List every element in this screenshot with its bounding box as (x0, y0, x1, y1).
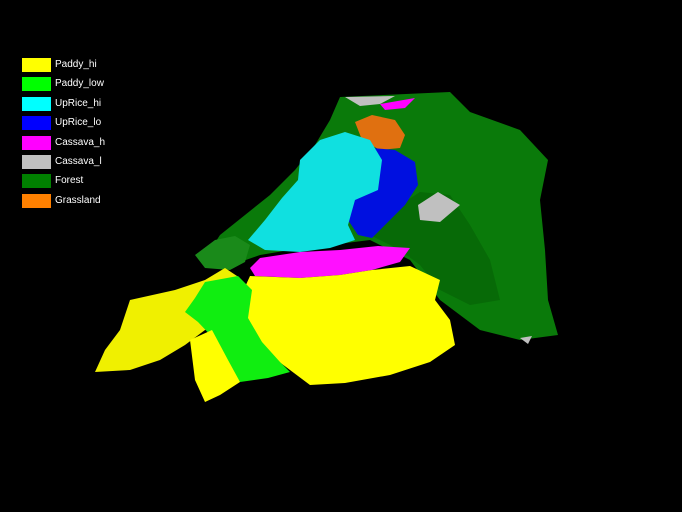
legend-label: UpRice_hi (55, 97, 102, 109)
legend-label: Paddy_low (55, 78, 104, 90)
legend-item-paddy-hi: Paddy_hi (22, 58, 112, 77)
swatch-cassava-h (22, 135, 51, 150)
legend-item-cassava-h: Cassava_h (22, 135, 112, 155)
swatch-cassava-l (22, 154, 51, 169)
legend-label: Forest (55, 175, 84, 187)
swatch-uprice-lo (22, 116, 51, 131)
swatch-forest (22, 174, 51, 189)
legend-label: Paddy_hi (55, 59, 97, 70)
legend-label: UpRice_lo (55, 117, 102, 129)
legend-item-cassava-l: Cassava_l (22, 154, 112, 174)
swatch-uprice-hi (22, 96, 51, 111)
swatch-paddy-low (22, 77, 51, 92)
swatch-paddy-hi (22, 58, 51, 72)
legend-item-uprice-lo: UpRice_lo (22, 116, 112, 135)
legend: Paddy_hi Paddy_low UpRice_hi UpRice_lo C… (22, 58, 112, 213)
legend-item-grassland: Grassland (22, 193, 112, 213)
swatch-grassland (22, 193, 51, 208)
legend-item-forest: Forest (22, 174, 112, 193)
legend-label: Cassava_l (55, 155, 102, 167)
legend-item-paddy-low: Paddy_low (22, 77, 112, 96)
forest-left-region (195, 236, 250, 270)
legend-item-uprice-hi: UpRice_hi (22, 96, 112, 116)
legend-label: Grassland (55, 194, 101, 206)
legend-label: Cassava_h (55, 136, 105, 148)
